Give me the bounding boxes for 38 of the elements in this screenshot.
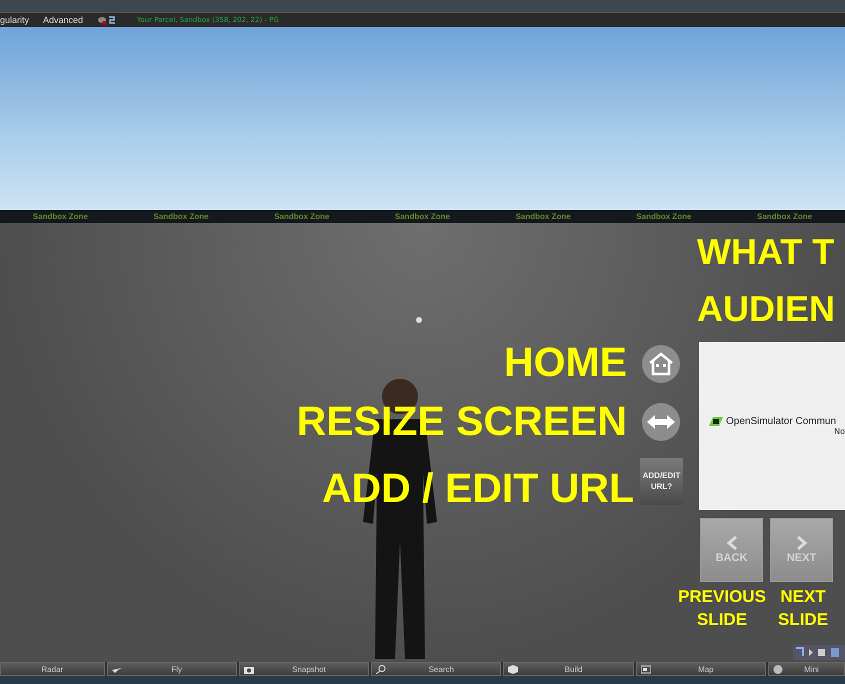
logo-icon <box>709 417 723 426</box>
callout-label: RESIZE SCREEN <box>296 401 627 442</box>
light-dot <box>416 317 422 323</box>
toolbar-button[interactable]: Fly <box>106 662 237 676</box>
house-icon <box>648 352 674 376</box>
nav-caption: PREVIOUS SLIDE <box>677 586 767 631</box>
slide-title: OpenSimulator Commun <box>709 416 845 427</box>
toolbar-button[interactable]: Snapshot <box>238 662 370 676</box>
status-icons <box>97 15 118 25</box>
banner-text: Sandbox Zone <box>153 212 209 221</box>
menu-item[interactable]: gularity <box>0 15 30 25</box>
add-edit-url-button[interactable]: ADD/EDIT URL? <box>640 458 683 505</box>
banner-text: Sandbox Zone <box>516 212 571 221</box>
banner-text: Sandbox Zone <box>757 212 812 221</box>
toolbar-button[interactable]: Radar <box>0 662 105 676</box>
nav-caption: NEXT SLIDE <box>776 586 830 631</box>
banner-text: Sandbox Zone <box>636 212 692 221</box>
callout-label: HOME <box>504 342 627 383</box>
map-icon <box>640 664 651 674</box>
menu-item[interactable]: Advanced <box>43 15 84 25</box>
chevron-left-icon <box>726 536 738 550</box>
double-arrow-icon <box>647 415 675 429</box>
callout-label: ADD / EDIT URL <box>322 468 634 509</box>
slide-subtitle: No <box>834 427 845 436</box>
banner-text: Sandbox Zone <box>274 212 330 221</box>
toolbar-button[interactable]: Mini <box>768 662 845 676</box>
heading-text: WHAT T <box>697 234 834 270</box>
search-icon <box>376 664 386 674</box>
banner-text: Sandbox Zone <box>394 212 450 221</box>
camera-icon <box>244 664 254 674</box>
cube-icon <box>508 664 518 674</box>
heading-text: AUDIEN <box>697 291 836 327</box>
chevron-right-icon <box>796 536 808 550</box>
banner-text: Sandbox Zone <box>32 212 88 221</box>
media-controls-icon[interactable] <box>793 645 845 660</box>
toolbar-button[interactable]: Build <box>503 662 634 676</box>
toolbar-button[interactable]: Search <box>371 662 502 676</box>
toolbar-button[interactable]: Map <box>636 662 766 676</box>
